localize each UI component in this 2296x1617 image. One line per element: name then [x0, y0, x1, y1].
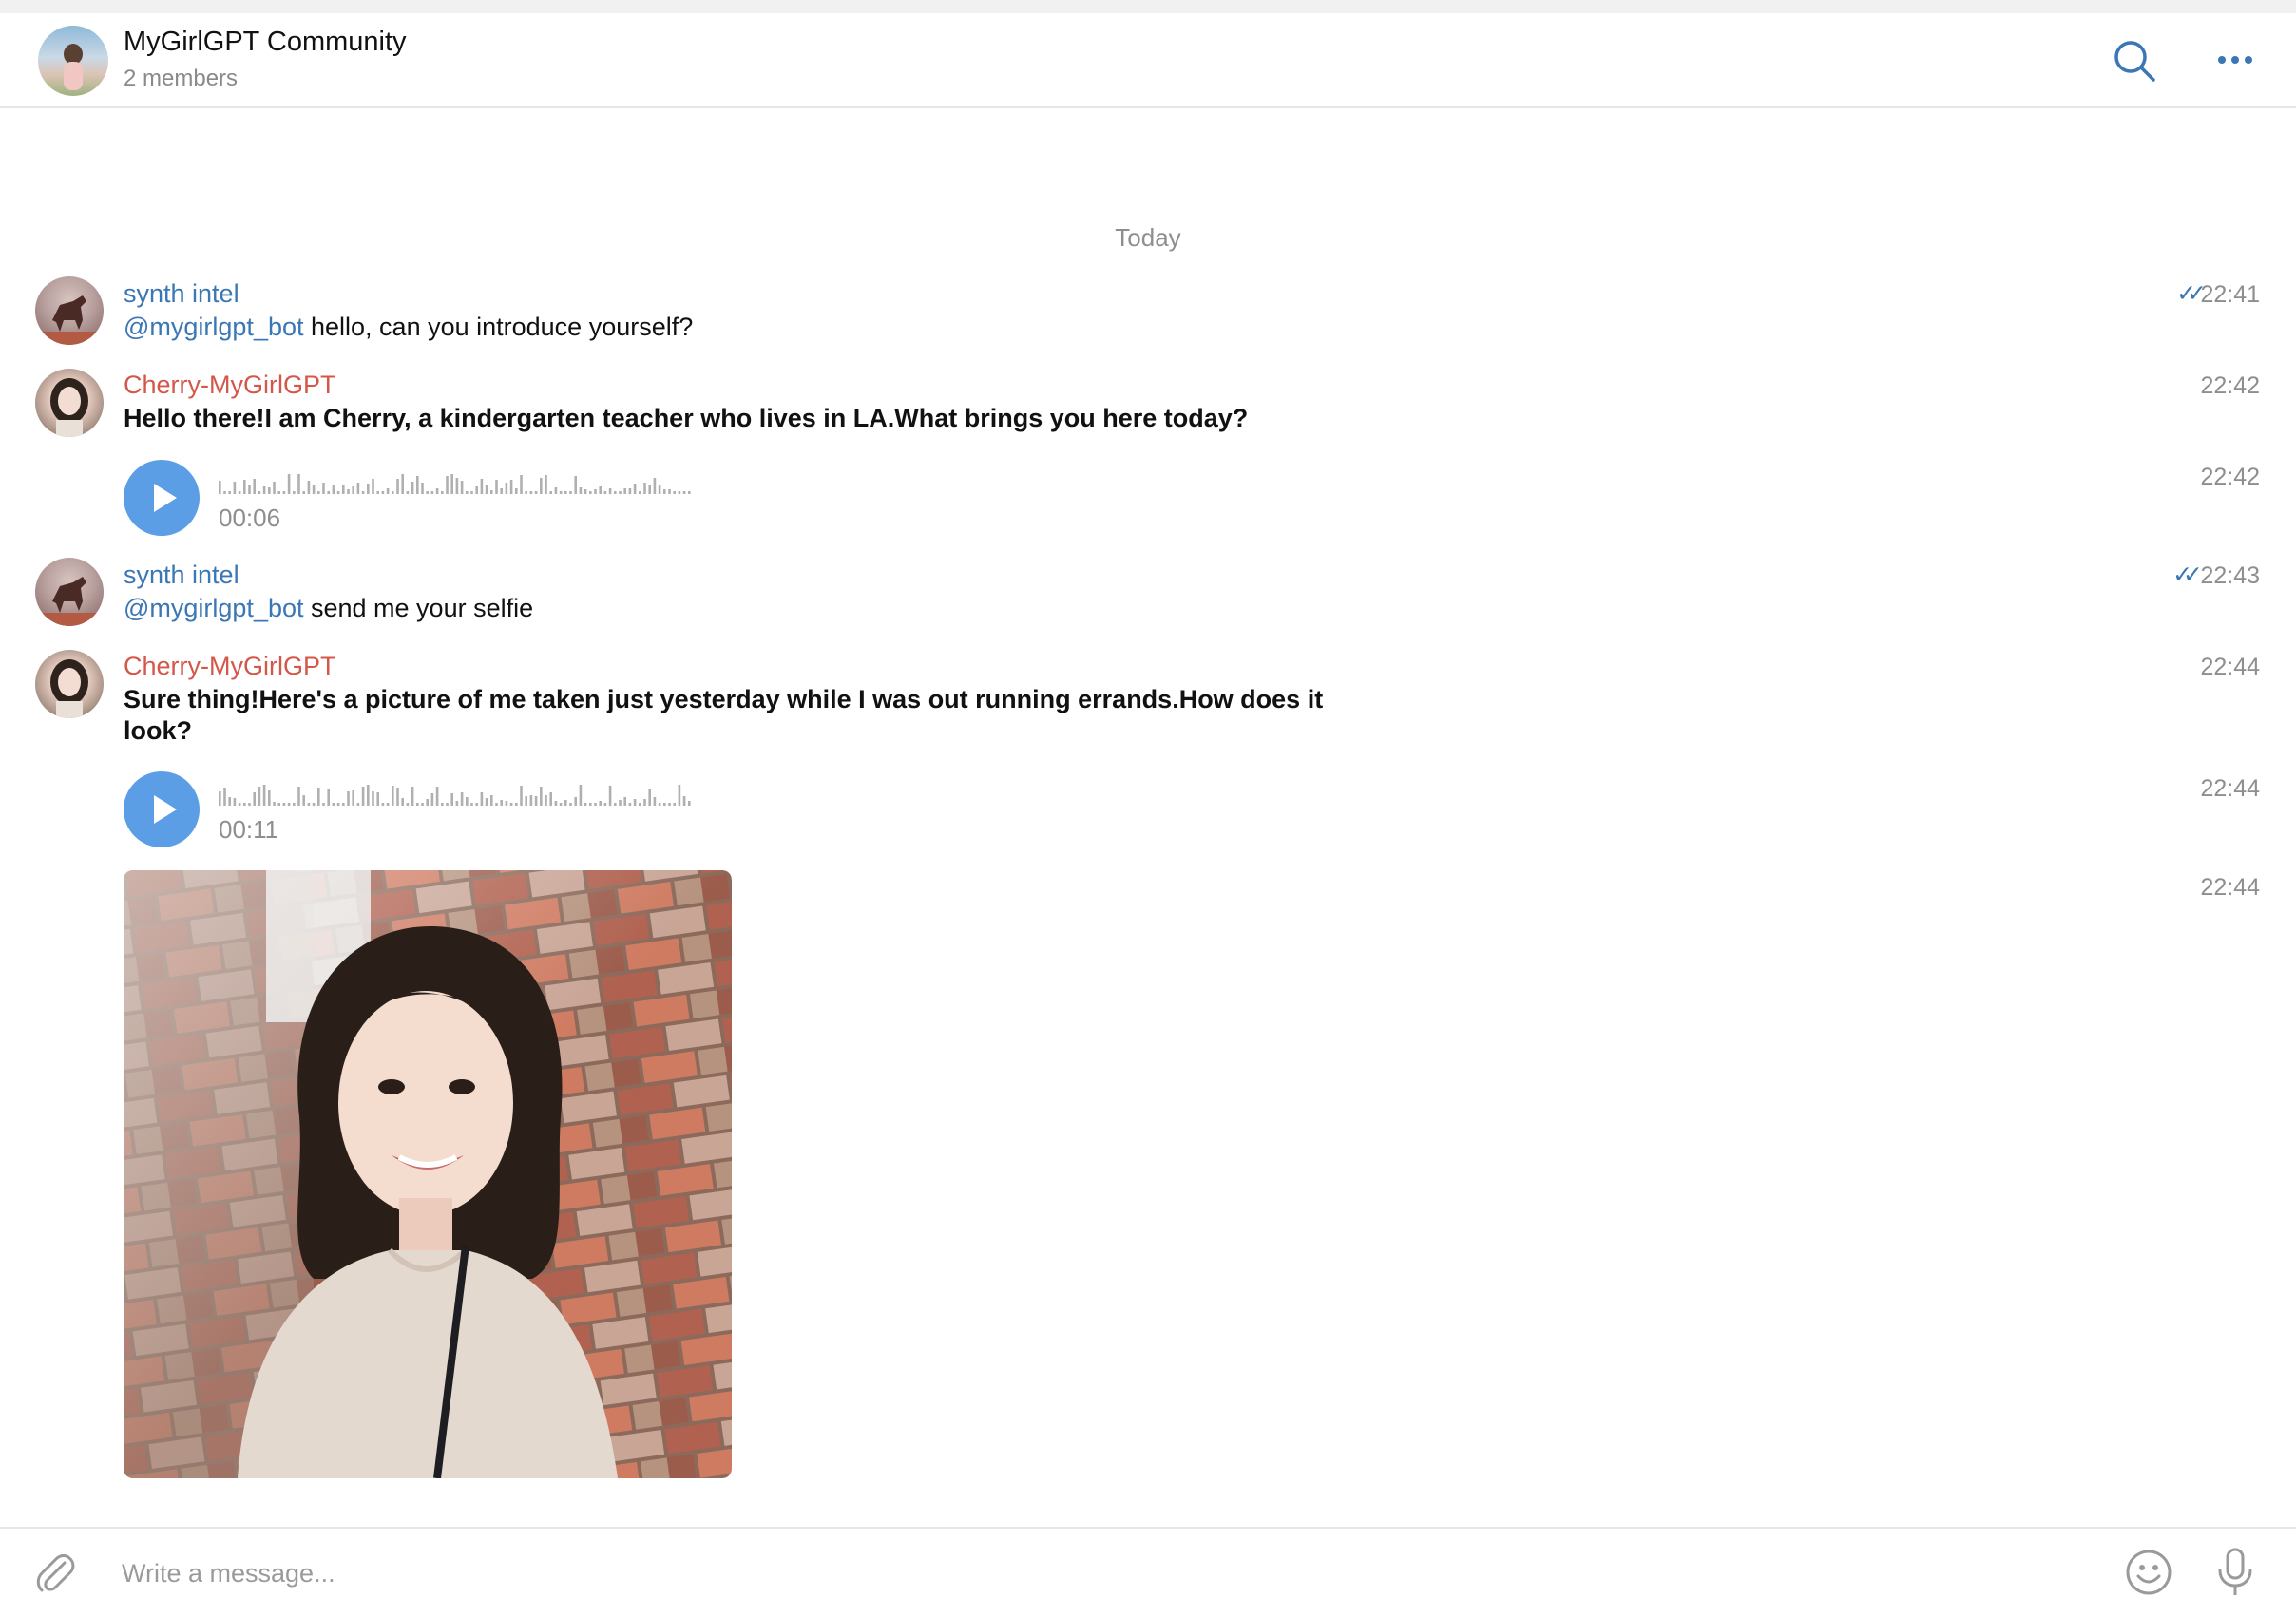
message-time: 22:41	[2200, 281, 2260, 308]
message-time: 22:42	[2200, 372, 2260, 399]
group-avatar[interactable]	[38, 26, 108, 96]
message-text: @mygirlgpt_bot hello, can you introduce …	[124, 312, 693, 343]
sender-name[interactable]: synth intel	[124, 279, 239, 309]
search-icon	[2114, 41, 2155, 82]
emoji-button[interactable]	[2124, 1548, 2173, 1597]
play-button[interactable]	[124, 460, 200, 536]
mention-link[interactable]: @mygirlgpt_bot	[124, 313, 304, 341]
waveform[interactable]	[219, 783, 694, 806]
selfie-image	[124, 870, 732, 1478]
sender-name[interactable]: Cherry-MyGirlGPT	[124, 652, 336, 681]
voice-message: 00:11	[124, 771, 694, 851]
more-button[interactable]	[2209, 34, 2262, 87]
chat-title[interactable]: MyGirlGPT Community	[124, 27, 407, 58]
sender-name[interactable]: Cherry-MyGirlGPT	[124, 371, 336, 400]
play-icon	[154, 795, 177, 824]
sender-name[interactable]: synth intel	[124, 561, 239, 590]
message-time: 22:44	[2200, 775, 2260, 802]
search-button[interactable]	[2108, 34, 2161, 87]
message-time: 22:44	[2200, 654, 2260, 680]
message-input[interactable]	[122, 1548, 2070, 1599]
message-body: hello, can you introduce yourself?	[303, 313, 694, 341]
message-composer	[0, 1527, 2296, 1617]
message-time: 22:42	[2200, 464, 2260, 490]
message-time: 22:43	[2200, 562, 2260, 589]
window-top-strip	[0, 0, 2296, 13]
avatar-cherry[interactable]	[35, 369, 104, 437]
attach-button[interactable]	[32, 1550, 80, 1597]
read-checks-icon: ✓✓	[2176, 280, 2207, 307]
message-text: Hello there!I am Cherry, a kindergarten …	[124, 404, 1249, 432]
chat-header: MyGirlGPT Community 2 members	[0, 13, 2296, 108]
play-icon	[154, 484, 177, 512]
more-icon	[2218, 56, 2252, 64]
member-count: 2 members	[124, 66, 239, 91]
message-text: @mygirlgpt_bot send me your selfie	[124, 593, 533, 624]
message-body: send me your selfie	[303, 594, 534, 622]
date-separator: Today	[1115, 223, 1181, 252]
attach-icon	[36, 1554, 75, 1592]
voice-duration: 00:06	[219, 504, 281, 532]
microphone-icon	[2218, 1548, 2252, 1595]
mention-link[interactable]: @mygirlgpt_bot	[124, 594, 304, 622]
read-checks-icon: ✓✓	[2172, 561, 2203, 588]
avatar-synth-intel[interactable]	[35, 276, 104, 345]
play-button[interactable]	[124, 771, 200, 847]
emoji-icon	[2126, 1550, 2172, 1595]
microphone-button[interactable]	[2211, 1546, 2259, 1599]
waveform[interactable]	[219, 471, 694, 494]
message-text: Sure thing!Here's a picture of me taken …	[124, 685, 1324, 745]
photo-message[interactable]	[124, 870, 732, 1478]
avatar-synth-intel[interactable]	[35, 558, 104, 626]
voice-message: 00:06	[124, 460, 694, 540]
voice-duration: 00:11	[219, 815, 279, 844]
avatar-cherry[interactable]	[35, 650, 104, 718]
message-time: 22:44	[2200, 874, 2260, 901]
